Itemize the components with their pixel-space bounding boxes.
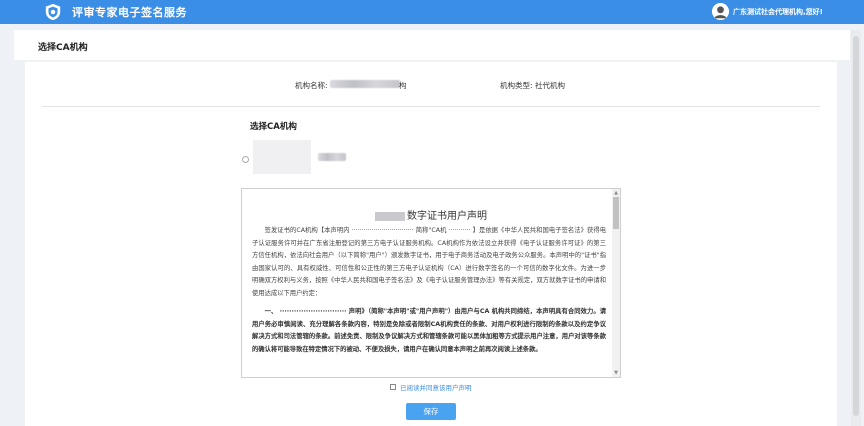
org-type-value: 社代机构 bbox=[535, 81, 565, 90]
page-scroll-thumb[interactable] bbox=[853, 36, 859, 416]
scroll-up-icon[interactable]: ▲ bbox=[613, 190, 619, 196]
consent-label[interactable]: 已阅读并同意该用户声明 bbox=[400, 382, 472, 392]
agreement-scroll-thumb[interactable] bbox=[613, 197, 619, 229]
org-type-label: 机构类型: bbox=[500, 81, 533, 90]
app-title: 评审专家电子签名服务 bbox=[72, 6, 187, 19]
user-icon bbox=[712, 3, 729, 20]
top-bar: 评审专家电子签名服务 广东测试社会代理机构,您好! bbox=[0, 0, 864, 24]
save-button[interactable]: 保存 bbox=[406, 403, 456, 420]
ca-logo-image[interactable] bbox=[253, 140, 311, 174]
org-name-redacted bbox=[330, 80, 400, 88]
consent-checkbox-row[interactable]: 已阅读并同意该用户声明 bbox=[390, 382, 472, 392]
scroll-down-icon[interactable]: ▼ bbox=[613, 370, 619, 376]
org-name-suffix: 构 bbox=[399, 81, 407, 90]
avatar[interactable] bbox=[712, 3, 729, 20]
agreement-title: 数字证书用户声明 bbox=[242, 207, 620, 222]
page-title: 选择CA机构 bbox=[38, 43, 88, 53]
org-name-label: 机构名称: bbox=[295, 81, 328, 90]
agreement-panel[interactable]: 数字证书用户声明 签发证书的CA机构【本声明内 ················… bbox=[241, 188, 621, 378]
shield-logo-icon bbox=[45, 3, 61, 21]
consent-checkbox[interactable] bbox=[390, 384, 396, 390]
ca-radio-button[interactable] bbox=[242, 156, 249, 163]
ca-name-redacted bbox=[318, 153, 346, 161]
divider bbox=[42, 106, 820, 107]
agreement-body: 签发证书的CA机构【本声明内 ·························… bbox=[252, 225, 606, 356]
agreement-paragraph: 一、 ···························· 声明》（简称"本… bbox=[252, 308, 606, 353]
main-card: 机构名称: 构 机构类型: 社代机构 选择CA机构 数字证书用户声明 签发证书的… bbox=[25, 62, 837, 426]
page-header: 选择CA机构 bbox=[14, 30, 850, 60]
user-greeting[interactable]: 广东测试社会代理机构,您好! bbox=[733, 7, 823, 17]
ca-section-title: 选择CA机构 bbox=[250, 122, 297, 132]
agreement-paragraph: 签发证书的CA机构【本声明内 ·························… bbox=[252, 227, 606, 297]
